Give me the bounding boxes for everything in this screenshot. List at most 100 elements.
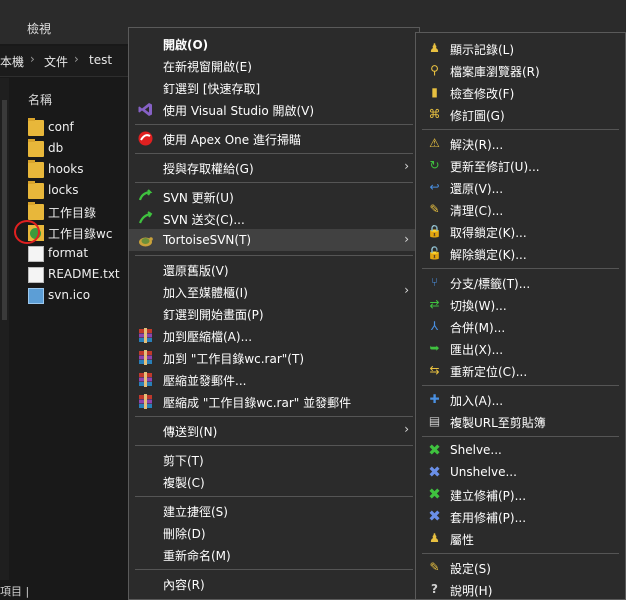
submenu-item-branch-tag[interactable]: ⑂ 分支/標籤(T)... [416, 271, 625, 293]
scrollbar-thumb[interactable] [2, 100, 7, 320]
submenu-item-shelve[interactable]: ✖ Shelve... [416, 439, 625, 461]
menu-item-create-shortcut[interactable]: 建立捷徑(S) [129, 499, 419, 521]
menu-item-open[interactable]: 開啟(O) [129, 32, 419, 54]
menu-item-svn-commit[interactable]: SVN 送交(C)... [129, 207, 419, 229]
submenu-item-check-modifications[interactable]: ▮ 檢查修改(F) [416, 81, 625, 103]
menu-item-rename[interactable]: 重新命名(M) [129, 543, 419, 565]
menu-item-compress-rar-email[interactable]: 壓縮成 "工作目錄wc.rar" 並發郵件 [129, 390, 419, 412]
submenu-item-update-to-revision[interactable]: ↻ 更新至修訂(U)... [416, 154, 625, 176]
menu-item-label: 切換(W)... [450, 299, 507, 313]
menu-item-add-archive[interactable]: 加到壓縮檔(A)... [129, 324, 419, 346]
resolve-icon: ⚠ [429, 136, 440, 150]
menu-item-open-new-window[interactable]: 在新視窗開啟(E) [129, 54, 419, 76]
menu-item-label: 刪除(D) [163, 527, 206, 541]
submenu-item-revert[interactable]: ↩ 還原(V)... [416, 176, 625, 198]
submenu-item-relocate[interactable]: ⇆ 重新定位(C)... [416, 359, 625, 381]
file-item[interactable]: svn.ico [28, 286, 128, 306]
menu-item-label: 加到 "工作目錄wc.rar"(T) [163, 352, 304, 366]
chevron-right-icon: › [404, 422, 409, 436]
menu-item-properties[interactable]: 內容(R) [129, 572, 419, 594]
menu-item-label: 重新命名(M) [163, 549, 231, 563]
menu-item-label: 套用修補(P)... [450, 511, 527, 525]
highlight-circle [14, 220, 40, 244]
copy-url-icon: ▤ [428, 414, 441, 428]
submenu-item-apply-patch[interactable]: ✖ 套用修補(P)... [416, 505, 625, 527]
submenu-item-revision-graph[interactable]: ⌘ 修訂圖(G) [416, 103, 625, 125]
submenu-item-properties[interactable]: ♟ 屬性 [416, 527, 625, 549]
menu-item-open-visual-studio[interactable]: 使用 Visual Studio 開啟(V) [129, 98, 419, 120]
ribbon-tab-view[interactable]: 檢視 [27, 20, 51, 37]
menu-item-pin-start[interactable]: 釘選到開始畫面(P) [129, 302, 419, 324]
submenu-item-copy-url[interactable]: ▤ 複製URL至剪貼簿 [416, 410, 625, 432]
menu-item-label: 釘選到 [快速存取] [163, 82, 261, 96]
file-item[interactable]: conf [28, 118, 128, 138]
menu-item-label: 壓縮並發郵件... [163, 374, 247, 388]
menu-item-label: 加到壓縮檔(A)... [163, 330, 253, 344]
winrar-icon [138, 350, 153, 365]
file-item[interactable]: hooks [28, 160, 128, 180]
menu-item-tortoisesvn[interactable]: TortoiseSVN(T) › [129, 229, 419, 251]
menu-item-cut[interactable]: 剪下(T) [129, 448, 419, 470]
menu-item-label: 匯出(X)... [450, 343, 504, 357]
breadcrumb-documents[interactable]: 文件 [44, 53, 68, 70]
submenu-item-create-patch[interactable]: ✖ 建立修補(P)... [416, 483, 625, 505]
menu-item-apex-one-scan[interactable]: 使用 Apex One 進行掃瞄 [129, 127, 419, 149]
menu-item-give-access[interactable]: 授與存取權給(G) › [129, 156, 419, 178]
menu-item-label: 加入至媒體櫃(I) [163, 286, 248, 300]
file-item[interactable]: locks [28, 181, 128, 201]
file-name: locks [48, 183, 79, 197]
menu-item-label: 檢查修改(F) [450, 87, 515, 101]
folder-icon [28, 139, 44, 157]
menu-item-compress-email[interactable]: 壓縮並發郵件... [129, 368, 419, 390]
submenu-item-settings[interactable]: ✎ 設定(S) [416, 556, 625, 578]
check-modifications-icon: ▮ [431, 85, 438, 99]
menu-item-label: 分支/標籤(T)... [450, 277, 531, 291]
help-icon: ? [431, 582, 438, 596]
branch-tag-icon: ⑂ [430, 275, 439, 289]
menu-item-pin-quick-access[interactable]: 釘選到 [快速存取] [129, 76, 419, 98]
file-item-selected[interactable]: 工作目錄wc [28, 223, 128, 243]
submenu-item-merge[interactable]: ⅄ 合併(M)... [416, 315, 625, 337]
menu-item-label: SVN 送交(C)... [163, 213, 245, 227]
breadcrumb-this-pc[interactable]: 本機 [0, 53, 24, 70]
menu-item-label: 重新定位(C)... [450, 365, 528, 379]
breadcrumb-test[interactable]: test [89, 53, 112, 67]
submenu-item-switch[interactable]: ⇄ 切換(W)... [416, 293, 625, 315]
file-item[interactable]: format [28, 244, 128, 264]
submenu-item-release-lock[interactable]: 🔓 解除鎖定(K)... [416, 242, 625, 264]
revert-icon: ↩ [429, 180, 440, 194]
svn-commit-icon [138, 211, 153, 226]
file-name: format [48, 246, 89, 260]
submenu-item-help[interactable]: ? 說明(H) [416, 578, 625, 600]
menu-item-delete[interactable]: 刪除(D) [129, 521, 419, 543]
menu-item-label: 傳送到(N) [163, 425, 218, 439]
revision-graph-icon: ⌘ [428, 107, 441, 121]
file-item[interactable]: db [28, 139, 128, 159]
file-item[interactable]: README.txt [28, 265, 128, 285]
submenu-item-export[interactable]: ➥ 匯出(X)... [416, 337, 625, 359]
menu-item-svn-update[interactable]: SVN 更新(U) [129, 185, 419, 207]
svn-update-icon [138, 189, 153, 204]
winrar-icon [138, 328, 153, 343]
menu-item-copy[interactable]: 複製(C) [129, 470, 419, 492]
relocate-icon: ⇆ [429, 363, 440, 377]
menu-item-include-library[interactable]: 加入至媒體櫃(I) › [129, 280, 419, 302]
submenu-item-add[interactable]: ✚ 加入(A)... [416, 388, 625, 410]
menu-item-send-to[interactable]: 傳送到(N) › [129, 419, 419, 441]
submenu-item-resolve[interactable]: ⚠ 解決(R)... [416, 132, 625, 154]
menu-item-label: Unshelve... [450, 465, 517, 479]
menu-separator [422, 268, 619, 269]
column-header-name[interactable]: 名稱 [28, 91, 52, 108]
status-item-count: 項目 | [0, 585, 30, 598]
file-item[interactable]: 工作目錄 [28, 202, 128, 222]
submenu-item-repo-browser[interactable]: ⚲ 檔案庫瀏覽器(R) [416, 59, 625, 81]
menu-item-restore-previous[interactable]: 還原舊版(V) [129, 258, 419, 280]
visual-studio-icon [138, 102, 153, 117]
menu-item-add-to-rar[interactable]: 加到 "工作目錄wc.rar"(T) [129, 346, 419, 368]
submenu-item-cleanup[interactable]: ✎ 清理(C)... [416, 198, 625, 220]
submenu-item-show-log[interactable]: ♟ 顯示記錄(L) [416, 37, 625, 59]
context-menu: 開啟(O) 在新視窗開啟(E) 釘選到 [快速存取] 使用 Visual Stu… [128, 27, 420, 600]
submenu-item-unshelve[interactable]: ✖ Unshelve... [416, 461, 625, 483]
menu-item-label: 顯示記錄(L) [450, 43, 515, 57]
submenu-item-get-lock[interactable]: 🔒 取得鎖定(K)... [416, 220, 625, 242]
